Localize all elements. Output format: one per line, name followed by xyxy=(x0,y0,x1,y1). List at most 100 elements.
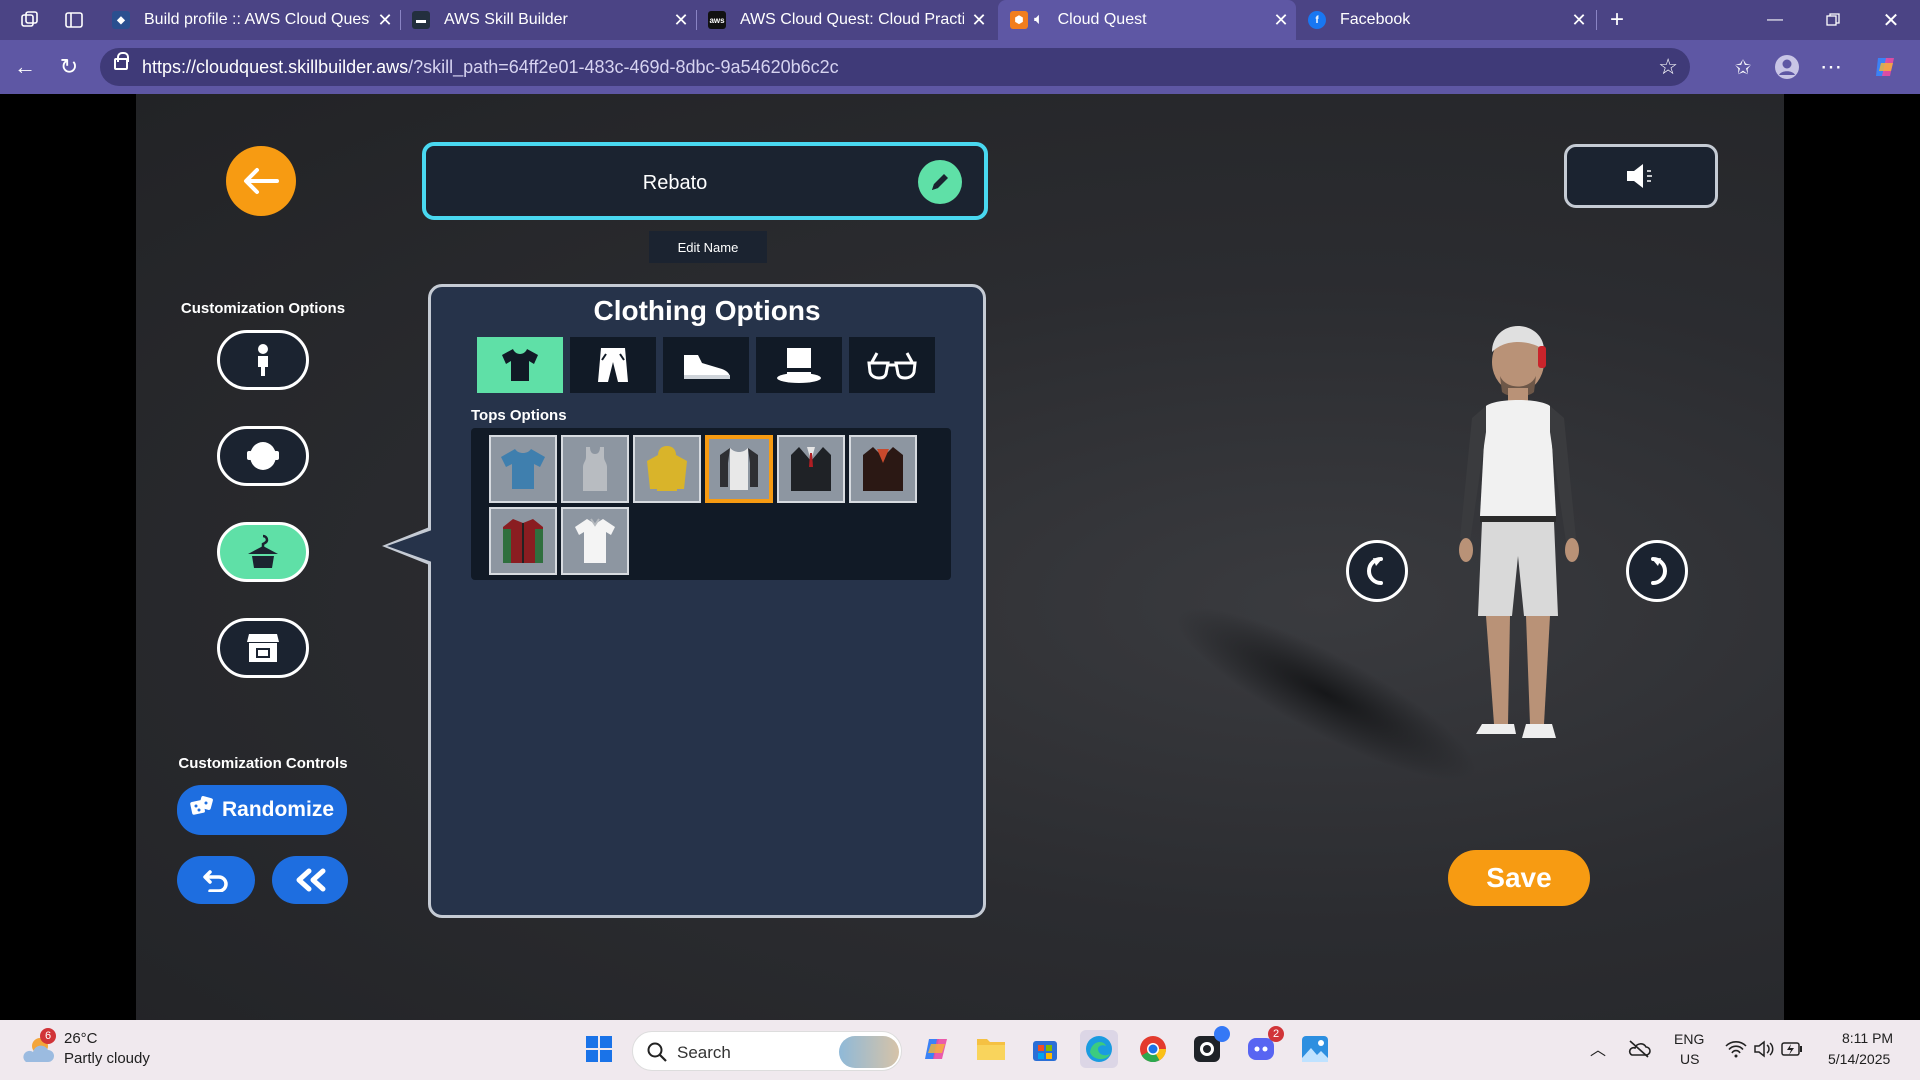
url-field[interactable]: https://cloudquest.skillbuilder.aws/?ski… xyxy=(100,48,1690,86)
aws-icon: ◆ xyxy=(112,11,130,29)
restore-icon[interactable] xyxy=(1810,0,1856,40)
tab-skill-builder[interactable]: ▬ AWS Skill Builder ✕ xyxy=(400,0,696,40)
new-tab-icon[interactable]: + xyxy=(1605,6,1629,33)
clothing-options-panel: Clothing Options Tops Options xyxy=(428,284,986,918)
onedrive-offline-icon[interactable] xyxy=(1622,1032,1656,1066)
sound-toggle-button[interactable] xyxy=(1564,144,1718,208)
top-item-yellow-hoodie[interactable] xyxy=(633,435,701,503)
search-placeholder: Search xyxy=(677,1043,731,1062)
randomize-label: Randomize xyxy=(221,798,334,821)
body-option-button[interactable] xyxy=(217,330,309,390)
tshirt-icon xyxy=(502,349,538,381)
github-badge xyxy=(1214,1026,1230,1042)
randomize-button[interactable]: Randomize xyxy=(177,785,347,835)
close-icon[interactable]: ✕ xyxy=(370,10,400,31)
rotate-left-button[interactable] xyxy=(1346,540,1408,602)
clothing-hanger-icon xyxy=(248,534,278,568)
tab-cloud-practitioner[interactable]: aws AWS Cloud Quest: Cloud Practitio ✕ xyxy=(696,0,994,40)
speaker-icon[interactable]: 🔈︎ xyxy=(1034,11,1044,29)
copilot-app-icon[interactable] xyxy=(918,1030,956,1068)
game-stage: Rebato Edit Name Customization Options C… xyxy=(136,94,1784,1020)
search-icon xyxy=(647,1042,667,1062)
top-item-raglan-shirt[interactable] xyxy=(705,435,773,503)
clock-time[interactable]: 8:11 PM xyxy=(1842,1030,1893,1046)
favorite-star-icon[interactable]: ☆ xyxy=(1658,54,1678,80)
tops-options-label: Tops Options xyxy=(471,407,567,424)
back-icon[interactable]: ← xyxy=(12,54,38,80)
top-item-black-suit[interactable] xyxy=(777,435,845,503)
workspaces-icon[interactable] xyxy=(18,8,42,32)
tab-glasses[interactable] xyxy=(849,337,935,393)
close-icon[interactable]: ✕ xyxy=(666,10,696,31)
store-option-button[interactable] xyxy=(217,618,309,678)
pants-icon xyxy=(598,348,628,382)
photos-app-icon[interactable] xyxy=(1296,1030,1334,1068)
undo-button[interactable] xyxy=(177,856,255,904)
url-host: https://cloudquest.skillbuilder.aws xyxy=(142,57,409,77)
tab-hats[interactable] xyxy=(756,337,842,393)
close-icon[interactable]: ✕ xyxy=(964,10,994,31)
chrome-icon[interactable] xyxy=(1134,1030,1172,1068)
pencil-icon[interactable] xyxy=(918,160,962,204)
close-icon[interactable]: ✕ xyxy=(1564,10,1594,31)
region-code[interactable]: US xyxy=(1680,1051,1699,1067)
windows-start-icon[interactable] xyxy=(580,1030,618,1068)
discord-icon[interactable]: 2 xyxy=(1242,1026,1284,1068)
close-window-icon[interactable]: ✕ xyxy=(1868,0,1914,40)
rotate-right-button[interactable] xyxy=(1626,540,1688,602)
jacket-icon xyxy=(863,447,903,491)
clothing-option-button[interactable] xyxy=(217,522,309,582)
top-item-blue-tshirt[interactable] xyxy=(489,435,557,503)
edge-browser-icon[interactable] xyxy=(1080,1030,1118,1068)
language-code[interactable]: ENG xyxy=(1674,1031,1704,1047)
github-icon[interactable] xyxy=(1188,1026,1230,1068)
save-button[interactable]: Save xyxy=(1448,850,1590,906)
top-item-red-jacket[interactable] xyxy=(849,435,917,503)
person-icon xyxy=(258,344,268,376)
tab-shoes[interactable] xyxy=(663,337,749,393)
raglan-shirt-icon xyxy=(720,448,758,490)
white-shirt-icon xyxy=(575,518,615,563)
customization-options-heading: Customization Options xyxy=(180,300,346,317)
tab-cloud-quest[interactable]: ⬢ 🔈︎ Cloud Quest ✕ xyxy=(998,0,1296,40)
more-options-icon[interactable]: ⋯ xyxy=(1818,54,1844,80)
aws-logo-icon: aws xyxy=(708,11,726,29)
taskbar-search[interactable]: Search xyxy=(632,1031,902,1071)
tab-facebook[interactable]: f Facebook ✕ xyxy=(1296,0,1594,40)
player-name-box[interactable]: Rebato xyxy=(422,142,988,220)
discord-badge: 2 xyxy=(1268,1026,1284,1042)
file-explorer-icon[interactable] xyxy=(972,1030,1010,1068)
top-item-gray-tanktop[interactable] xyxy=(561,435,629,503)
clock-date[interactable]: 5/14/2025 xyxy=(1828,1051,1890,1067)
top-item-red-green-jacket[interactable] xyxy=(489,507,557,575)
wifi-icon[interactable] xyxy=(1722,1032,1750,1066)
back-arrow-button[interactable] xyxy=(226,146,296,216)
weather-widget[interactable]: 6 xyxy=(20,1028,60,1068)
refresh-icon[interactable]: ↻ xyxy=(56,54,82,80)
favorites-icon[interactable]: ✩ xyxy=(1730,54,1756,80)
copilot-icon[interactable] xyxy=(1872,54,1898,80)
browser-address-bar: ← ↻ https://cloudquest.skillbuilder.aws/… xyxy=(0,40,1920,94)
chevron-up-icon[interactable]: ︿ xyxy=(1590,1036,1606,1060)
weather-desc: Partly cloudy xyxy=(64,1050,150,1067)
close-icon[interactable]: ✕ xyxy=(1266,10,1296,31)
track-jacket-icon xyxy=(503,519,543,563)
tab-build-profile[interactable]: ◆ Build profile :: AWS Cloud Quest: C ✕ xyxy=(100,0,400,40)
vertical-tabs-icon[interactable] xyxy=(62,8,86,32)
top-item-white-shirt[interactable] xyxy=(561,507,629,575)
tab-tops[interactable] xyxy=(477,337,563,393)
edit-name-label[interactable]: Edit Name xyxy=(649,231,767,263)
browser-tab-bar: ◆ Build profile :: AWS Cloud Quest: C ✕ … xyxy=(0,0,1920,40)
volume-icon[interactable] xyxy=(1750,1032,1778,1066)
reset-all-button[interactable] xyxy=(272,856,348,904)
head-option-button[interactable] xyxy=(217,426,309,486)
tanktop-icon xyxy=(583,447,607,491)
microsoft-store-icon[interactable] xyxy=(1026,1030,1064,1068)
minimize-icon[interactable]: — xyxy=(1752,0,1798,40)
blue-tshirt-icon xyxy=(501,449,545,489)
hoodie-icon xyxy=(647,446,687,491)
profile-icon[interactable] xyxy=(1774,54,1800,80)
search-highlight-image xyxy=(839,1036,899,1068)
battery-icon[interactable] xyxy=(1778,1032,1806,1066)
tab-pants[interactable] xyxy=(570,337,656,393)
